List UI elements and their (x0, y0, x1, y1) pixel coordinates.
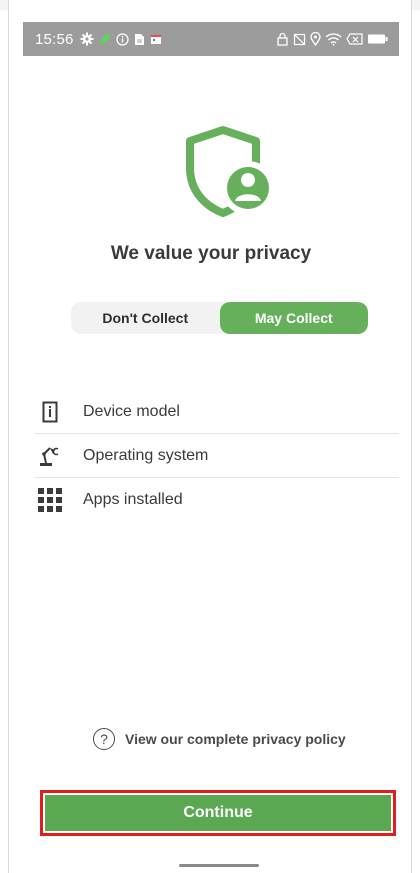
collection-toggle[interactable]: Don't Collect May Collect (71, 302, 368, 334)
sim-off-status-icon (346, 33, 363, 45)
may-collect-option[interactable]: May Collect (219, 302, 368, 334)
apps-grid-icon (35, 485, 65, 515)
list-item-label: Apps installed (83, 491, 183, 508)
list-item-device-model: Device model (35, 390, 399, 434)
privacy-policy-link-text[interactable]: View our complete privacy policy (125, 731, 346, 747)
collected-data-list: Device model Operating system Apps insta… (35, 390, 399, 522)
settings-status-icon (80, 32, 94, 46)
continue-button[interactable]: Continue (45, 795, 391, 831)
no-sim-status-icon (293, 33, 306, 45)
privacy-policy-link[interactable]: ? View our complete privacy policy (93, 728, 346, 750)
dont-collect-option[interactable]: Don't Collect (71, 302, 220, 334)
document-status-icon (134, 33, 144, 45)
continue-highlight: Continue (40, 790, 396, 836)
status-time: 15:56 (35, 30, 74, 48)
list-item-operating-system: Operating system (35, 434, 399, 478)
leaf-status-icon (99, 34, 110, 44)
list-item-apps-installed: Apps installed (35, 478, 399, 522)
wifi-status-icon (325, 33, 342, 46)
list-item-label: Operating system (83, 446, 209, 464)
os-icon (35, 441, 65, 471)
home-indicator[interactable] (179, 864, 259, 867)
battery-status-icon (368, 34, 388, 44)
question-mark-icon: ? (93, 728, 115, 750)
info-status-icon (115, 32, 129, 46)
shield-user-icon (186, 126, 275, 217)
status-bar: 15:56 (23, 22, 399, 56)
lock-status-icon (277, 32, 288, 46)
status-icons-right (276, 22, 389, 56)
location-status-icon (310, 32, 321, 46)
page-title: We value your privacy (110, 243, 312, 264)
phone-screen: 15:56 We value your privacy Don't Collec… (8, 0, 412, 873)
status-icons-left (80, 32, 162, 46)
calendar-status-icon (150, 35, 161, 44)
device-icon (35, 397, 65, 427)
list-item-label: Device model (83, 402, 180, 420)
